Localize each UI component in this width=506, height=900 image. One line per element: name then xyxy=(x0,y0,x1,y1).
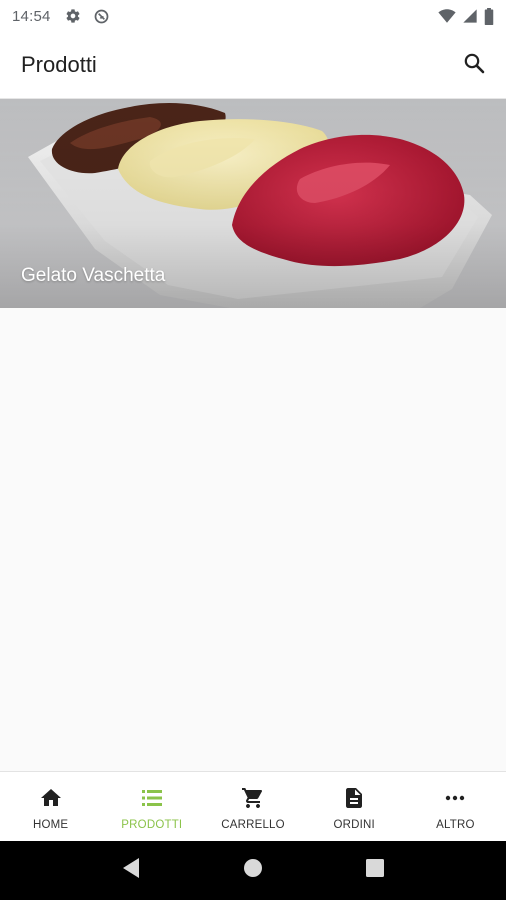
bottom-navigation: HOME PRODOTTI CARRELLO ORDINI ALTRO xyxy=(0,771,506,841)
back-icon xyxy=(121,857,141,884)
system-back-button[interactable] xyxy=(111,851,151,891)
settings-icon xyxy=(65,8,81,24)
nav-label-home: HOME xyxy=(32,819,69,831)
system-navigation-bar xyxy=(0,841,506,900)
wifi-icon xyxy=(438,8,456,24)
home-circle-icon xyxy=(242,857,264,884)
product-card[interactable]: Gelato Vaschetta xyxy=(0,99,506,308)
document-icon xyxy=(341,785,367,811)
nav-label-altro: ALTRO xyxy=(436,819,475,831)
page-title: Prodotti xyxy=(21,52,97,77)
status-time: 14:54 xyxy=(12,7,51,25)
nav-item-carrello[interactable]: CARRELLO xyxy=(202,772,303,841)
product-name: Gelato Vaschetta xyxy=(21,265,166,286)
recents-icon xyxy=(365,858,385,883)
sync-disabled-icon xyxy=(93,8,110,25)
cart-icon xyxy=(240,785,266,811)
nav-item-ordini[interactable]: ORDINI xyxy=(304,772,405,841)
status-bar: 14:54 xyxy=(0,0,506,32)
home-icon xyxy=(38,785,64,811)
search-icon xyxy=(462,51,486,80)
list-icon xyxy=(139,785,165,811)
nav-item-altro[interactable]: ALTRO xyxy=(405,772,506,841)
search-button[interactable] xyxy=(458,49,490,81)
battery-icon xyxy=(484,7,494,25)
nav-item-home[interactable]: HOME xyxy=(0,772,101,841)
nav-label-ordini: ORDINI xyxy=(333,819,375,831)
app-bar: Prodotti xyxy=(0,32,506,99)
product-list: Gelato Vaschetta xyxy=(0,99,506,771)
signal-icon xyxy=(462,8,478,24)
more-icon xyxy=(442,785,468,811)
nav-label-carrello: CARRELLO xyxy=(221,819,285,831)
system-home-button[interactable] xyxy=(233,851,273,891)
nav-label-prodotti: PRODOTTI xyxy=(121,819,183,831)
nav-item-prodotti[interactable]: PRODOTTI xyxy=(101,772,202,841)
system-recents-button[interactable] xyxy=(355,851,395,891)
